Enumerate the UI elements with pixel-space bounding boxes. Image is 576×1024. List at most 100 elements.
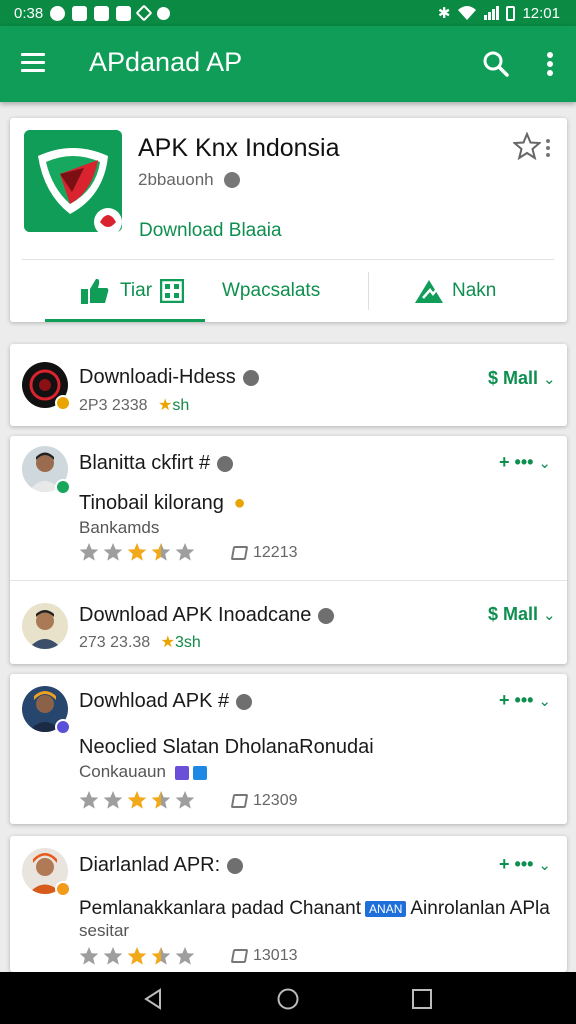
menu-icon[interactable]: [21, 53, 45, 73]
bluetooth-icon: ✱: [437, 4, 451, 22]
review-count: 12309: [230, 792, 298, 810]
notification-icon: [94, 5, 110, 21]
badge-icon: [55, 881, 71, 897]
list-item[interactable]: Dowhload APK # + ••• ⌄ Neoclied Slatan Dh…: [10, 674, 567, 824]
star-icon: [175, 543, 195, 561]
tab-nakn[interactable]: Nakn: [414, 260, 496, 322]
action-label: + •••: [499, 452, 534, 472]
install-button[interactable]: $ Mall ⌄: [488, 368, 556, 389]
developer-name[interactable]: 2bbauonh: [138, 170, 214, 190]
list-item[interactable]: Downloadi-Hdess 2P3 2338 ★sh $ Mall ⌄: [10, 344, 567, 426]
tab-tiar[interactable]: Tiar: [80, 260, 185, 322]
tab-label: Nakn: [452, 280, 497, 301]
add-more-button[interactable]: + ••• ⌄: [499, 452, 551, 473]
star-icon: [151, 791, 171, 809]
thumbs-up-icon: [81, 278, 109, 304]
item-meta-text: 2P3 2338: [79, 397, 148, 414]
item-meta-rating: sh: [172, 397, 190, 414]
star-icon: [79, 543, 99, 561]
add-more-button[interactable]: + ••• ⌄: [499, 690, 551, 711]
avatar: [22, 848, 71, 897]
tab-bar: Tiar Wpacsalats Nakn: [10, 260, 567, 322]
chevron-down-icon: ⌄: [538, 454, 551, 472]
battery-icon: [506, 5, 516, 21]
star-icon: [79, 791, 99, 809]
wifi-icon: [458, 6, 477, 20]
more-vert-icon[interactable]: [540, 50, 560, 78]
recents-icon[interactable]: [411, 988, 433, 1010]
item-title: Download APK Inoadcane: [79, 604, 312, 626]
review-count: 13013: [230, 947, 298, 965]
avatar: [22, 686, 71, 735]
item-body: Pemlanakkanlara padad Chanant ANAN Ainrola…: [79, 898, 550, 920]
list-card: Blanitta ckfirt # + ••• ⌄ Tinobail kilora…: [10, 436, 567, 664]
navigation-bar: [0, 972, 576, 1024]
star-icon: [127, 543, 147, 561]
star-outline-icon[interactable]: [513, 132, 541, 160]
star-icon: ★: [157, 397, 173, 414]
tab-label: Wpacsalats: [222, 280, 321, 301]
review-count-text: 13013: [253, 947, 298, 964]
review-count-text: 12213: [253, 544, 298, 561]
back-icon[interactable]: [142, 988, 164, 1010]
tab-label: Tiar: [120, 280, 153, 301]
badge-icon: [55, 479, 71, 495]
download-link[interactable]: Download Blaaia: [139, 220, 282, 242]
verified-icon: [227, 857, 244, 874]
item-chip: ANAN: [365, 900, 407, 917]
signal-icon: [484, 6, 500, 20]
review-count: 12213: [230, 544, 298, 562]
avatar: [22, 362, 71, 411]
item-sub-text: Conkauaun: [79, 762, 166, 781]
more-vert-icon[interactable]: [545, 138, 551, 158]
item-body: Neoclied Slatan DholanaRonudai: [79, 736, 374, 758]
app-icon[interactable]: [24, 130, 122, 236]
action-label: + •••: [499, 854, 534, 874]
item-title-row[interactable]: Download APK Inoadcane: [79, 604, 335, 627]
chip-icon: [193, 765, 208, 780]
review-count-text: 12309: [253, 792, 298, 809]
qr-icon: [160, 279, 185, 303]
status-time-right: 12:01: [522, 4, 560, 22]
add-more-button[interactable]: + ••• ⌄: [499, 854, 551, 875]
item-title-row: Dowhload APK #: [79, 690, 253, 713]
verified-icon: [242, 369, 259, 386]
star-icon: [127, 947, 147, 965]
star-icon: [127, 791, 147, 809]
item-title: Downloadi-Hdess: [79, 366, 236, 388]
developer-row: 2bbauonh: [138, 170, 240, 190]
globe-icon: [223, 172, 240, 188]
verified-icon: [236, 693, 253, 710]
avatar: [22, 446, 71, 495]
app-header-card: APK Knx Indonsia 2bbauonh Download Blaai…: [10, 118, 567, 322]
notification-icon: [72, 5, 88, 21]
home-icon[interactable]: [277, 988, 299, 1010]
star-icon: [175, 791, 195, 809]
tab-wpacsalats[interactable]: Wpacsalats: [222, 260, 320, 322]
shield-logo-icon: [24, 130, 122, 236]
star-rating: [79, 790, 195, 810]
search-icon[interactable]: [482, 50, 510, 78]
verified-icon: [217, 455, 234, 472]
item-meta: 2P3 2338 ★sh: [79, 395, 189, 415]
star-icon: [103, 543, 123, 561]
chevron-down-icon: ⌄: [538, 692, 551, 710]
item-meta-text: 273 23.38: [79, 634, 151, 651]
item-meta: 273 23.38 ★3sh: [79, 632, 201, 652]
status-time-left: 0:38: [14, 4, 44, 22]
notification-icon: [116, 5, 132, 21]
install-button[interactable]: $ Mall ⌄: [488, 604, 556, 625]
list-item[interactable]: Diarlanlad APR: + ••• ⌄ Pemlanakkanlara p…: [10, 836, 567, 972]
app-title: APK Knx Indonsia: [138, 134, 340, 162]
notification-icon: [157, 6, 171, 20]
app-bar-title: APdanad AP: [89, 47, 243, 77]
star-rating: [79, 946, 195, 966]
star-icon: ★: [160, 634, 175, 651]
action-label: + •••: [499, 690, 534, 710]
star-icon: [151, 543, 171, 561]
item-title-row: Downloadi-Hdess: [79, 366, 259, 389]
tag-icon: [230, 546, 249, 560]
emoji-icon: ●: [233, 492, 246, 514]
item-title-row: Blanitta ckfirt #: [79, 452, 234, 475]
chevron-down-icon: ⌄: [543, 606, 556, 624]
